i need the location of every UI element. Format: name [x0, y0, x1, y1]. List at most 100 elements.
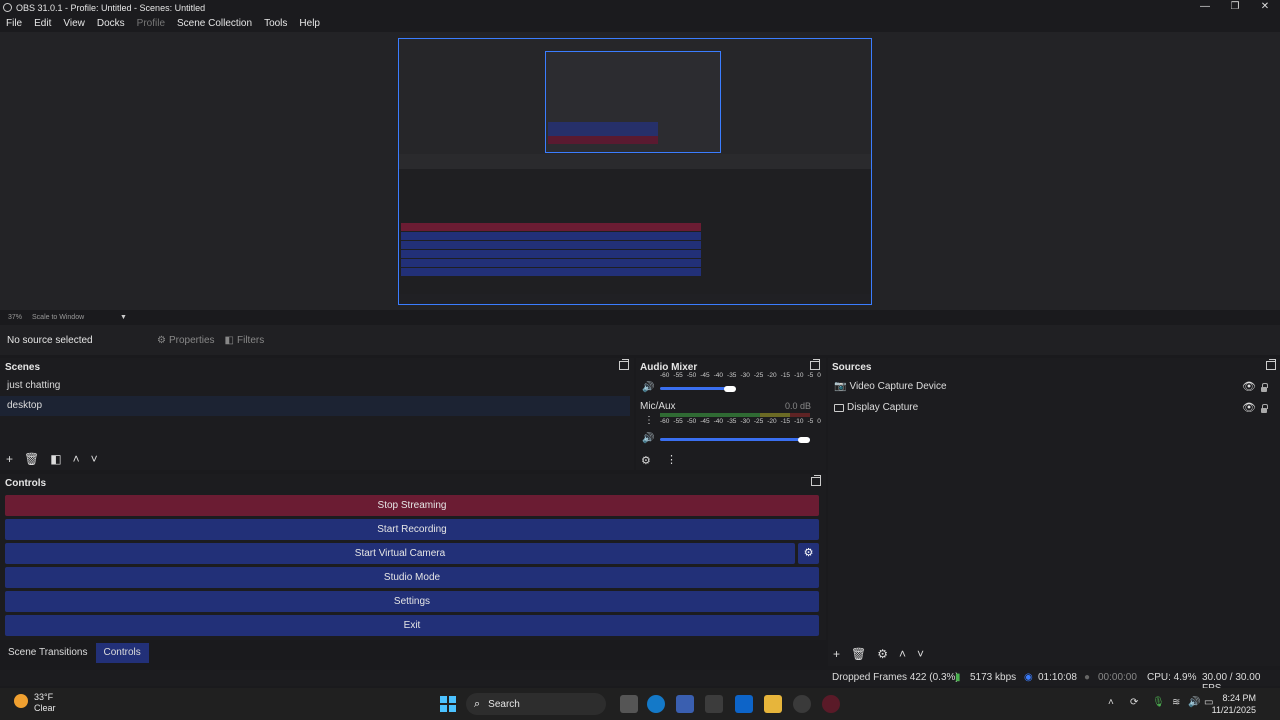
stream-time: 01:10:08	[1038, 672, 1077, 683]
search-icon: ⌕	[474, 697, 481, 710]
preview-nested-bottom	[399, 169, 871, 299]
eye-icon[interactable]: 👁	[1242, 401, 1256, 414]
start-icon[interactable]	[440, 696, 456, 712]
volume-slider-knob[interactable]	[798, 436, 810, 443]
menu-edit[interactable]: Edit	[34, 18, 51, 29]
task-view-icon[interactable]	[620, 695, 638, 713]
chevron-down-icon[interactable]: ▼	[120, 314, 127, 321]
stop-streaming-button[interactable]: Stop Streaming	[5, 495, 819, 516]
volume-icon[interactable]: 🔊	[1188, 697, 1200, 708]
store-icon[interactable]	[676, 695, 694, 713]
lock-icon[interactable]	[1261, 404, 1268, 413]
menu-bar: File Edit View Docks Profile Scene Colle…	[0, 15, 1280, 32]
menu-tools[interactable]: Tools	[264, 18, 287, 29]
scene-item-selected[interactable]: desktop	[0, 396, 630, 416]
speaker-icon[interactable]: 🔊	[642, 382, 654, 393]
speaker-icon[interactable]: 🔊	[642, 433, 654, 444]
chevron-down-icon[interactable]: ˅	[91, 452, 98, 466]
add-icon[interactable]: +	[833, 647, 840, 661]
advanced-audio-gear-icon[interactable]: ⚙	[641, 454, 651, 467]
edge-icon[interactable]	[647, 695, 665, 713]
volume-slider-knob[interactable]	[724, 385, 736, 392]
eye-icon[interactable]: 👁	[1242, 380, 1256, 393]
app-icon[interactable]	[705, 695, 723, 713]
properties-button[interactable]: ⚙ Properties	[157, 335, 215, 346]
undock-icon[interactable]	[811, 475, 821, 486]
file-explorer-icon[interactable]	[764, 695, 782, 713]
dropped-frames: Dropped Frames 422 (0.3%)	[832, 672, 959, 683]
filter-icon: ◧	[224, 334, 234, 346]
menu-file[interactable]: File	[6, 18, 22, 29]
trash-icon[interactable]: 🗑	[24, 452, 39, 466]
more-icon[interactable]: ⋮	[666, 453, 677, 466]
source-item[interactable]: Display Capture	[834, 402, 918, 413]
outlook-icon[interactable]	[735, 695, 753, 713]
settings-button[interactable]: Settings	[5, 591, 819, 612]
preview-zoom-row: 37% Scale to Window ▼	[0, 312, 127, 322]
bitrate: 5173 kbps	[970, 672, 1017, 683]
volume-slider-2[interactable]	[660, 438, 810, 441]
lock-icon[interactable]	[1261, 383, 1268, 392]
tab-controls[interactable]: Controls	[95, 643, 149, 663]
undock-icon[interactable]	[619, 359, 629, 370]
camera-icon: 📷	[834, 381, 847, 392]
filters-button[interactable]: ◧ Filters	[225, 335, 265, 346]
scene-item[interactable]: just chatting	[0, 376, 630, 396]
start-recording-button[interactable]: Start Recording	[5, 519, 819, 540]
menu-scene-collection[interactable]: Scene Collection	[177, 18, 252, 29]
virtual-camera-gear-icon[interactable]: ⚙	[798, 543, 819, 564]
preview-canvas[interactable]	[398, 38, 872, 305]
level-meter	[660, 413, 760, 417]
menu-help[interactable]: Help	[299, 18, 320, 29]
chevron-down-icon[interactable]: ˅	[917, 647, 924, 661]
sync-icon[interactable]: ⟳	[1130, 697, 1138, 708]
maximize-button[interactable]: ❐	[1220, 0, 1250, 15]
volume-slider-1[interactable]	[660, 387, 732, 390]
preview-nested-window	[545, 51, 721, 153]
chevron-up-icon[interactable]: ˄	[1108, 697, 1114, 708]
weather-desc: Clear	[34, 703, 56, 713]
exit-button[interactable]: Exit	[5, 615, 819, 636]
record-icon: ●	[1084, 672, 1091, 683]
minimize-button[interactable]: —	[1190, 0, 1220, 15]
obs-icon[interactable]	[822, 695, 840, 713]
channel-name-mic: Mic/Aux	[640, 401, 676, 412]
close-button[interactable]: ✕	[1250, 0, 1280, 15]
stream-icon: ◉	[1024, 672, 1033, 683]
undock-icon[interactable]	[1266, 359, 1276, 370]
obs-logo-icon	[3, 3, 12, 12]
chevron-up-icon[interactable]: ˄	[899, 647, 906, 661]
sources-title: Sources	[832, 362, 872, 373]
gear-icon: ⚙	[157, 334, 166, 346]
filter-icon[interactable]: ◧	[50, 452, 61, 466]
start-virtual-camera-button[interactable]: Start Virtual Camera	[5, 543, 795, 564]
signal-icon: ▮	[955, 672, 961, 683]
tab-scene-transitions[interactable]: Scene Transitions	[0, 643, 96, 663]
taskbar: 33°F Clear ⌕ Search ˄ ⟳ 🎙 ≋ 🔊 ▭ 8:24 PM …	[0, 688, 1280, 720]
trash-icon[interactable]: 🗑	[851, 647, 866, 661]
source-toolbar: No source selected ⚙ Properties ◧ Filters	[0, 325, 1280, 355]
menu-view[interactable]: View	[63, 18, 85, 29]
window-title: OBS 31.0.1 - Profile: Untitled - Scenes:…	[16, 2, 206, 13]
clock[interactable]: 8:24 PM 11/21/2025	[1212, 692, 1256, 716]
source-item[interactable]: 📷 Video Capture Device	[834, 381, 947, 392]
taskbar-search[interactable]: ⌕ Search	[466, 693, 606, 715]
gear-icon[interactable]: ⚙	[877, 647, 888, 661]
menu-docks[interactable]: Docks	[97, 18, 125, 29]
studio-mode-button[interactable]: Studio Mode	[5, 567, 819, 588]
meter-scale: -60 -55 -50 -45 -40 -35 -30 -25 -20 -15 -10 -5 0	[660, 418, 821, 425]
scale-mode-select[interactable]: Scale to Window	[32, 314, 120, 321]
chevron-up-icon[interactable]: ˄	[73, 452, 80, 466]
chrome-icon[interactable]	[793, 695, 811, 713]
title-bar: OBS 31.0.1 - Profile: Untitled - Scenes:…	[0, 0, 1280, 15]
menu-profile[interactable]: Profile	[137, 18, 165, 29]
wifi-icon[interactable]: ≋	[1172, 697, 1180, 708]
weather-widget[interactable]: 33°F Clear	[14, 692, 56, 714]
mic-icon[interactable]: 🎙	[1152, 697, 1165, 708]
undock-icon[interactable]	[810, 359, 820, 370]
cpu-usage: CPU: 4.9%	[1147, 672, 1197, 683]
more-icon[interactable]: ⋮	[644, 415, 654, 426]
preview-nested-top	[399, 39, 871, 154]
record-time: 00:00:00	[1098, 672, 1137, 683]
add-icon[interactable]: +	[6, 452, 13, 466]
